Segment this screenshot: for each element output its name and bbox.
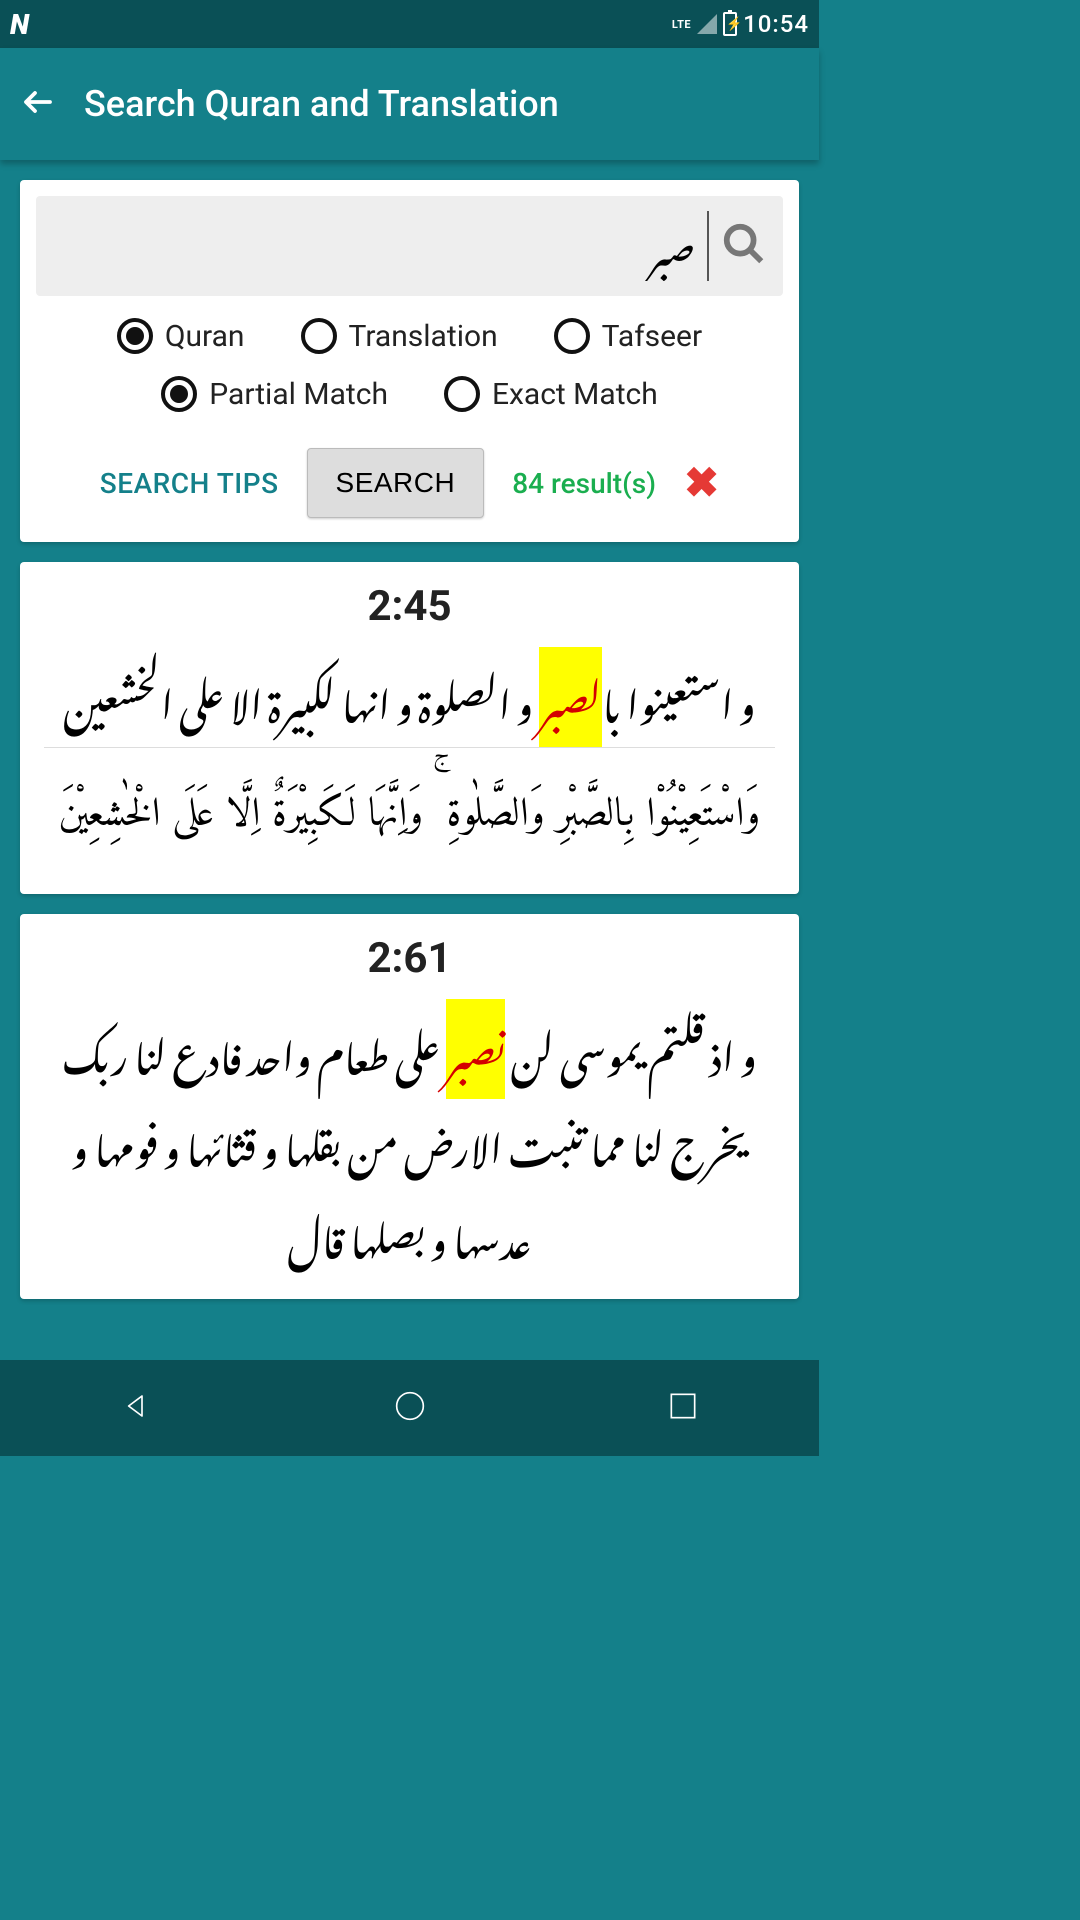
- radio-partial-match[interactable]: Partial Match: [161, 376, 388, 412]
- radio-translation[interactable]: Translation: [301, 318, 498, 354]
- divider: [44, 747, 775, 748]
- network-label: LTE: [672, 18, 691, 31]
- clock: 10:54: [743, 10, 809, 38]
- radio-icon: [117, 318, 153, 354]
- search-tips-link[interactable]: SEARCH TIPS: [100, 467, 279, 500]
- search-panel: Quran Translation Tafseer Partial Match …: [20, 180, 799, 542]
- scope-row: Quran Translation Tafseer: [36, 318, 783, 354]
- nav-recent-icon[interactable]: [663, 1386, 703, 1430]
- clear-icon[interactable]: ✖: [684, 458, 719, 508]
- radio-tafseer[interactable]: Tafseer: [554, 318, 702, 354]
- actions-row: SEARCH TIPS SEARCH 84 result(s) ✖: [36, 448, 783, 518]
- text-post: و الصلوة و انها لکبیرة الا علی الخشعین: [63, 647, 539, 747]
- back-arrow-icon[interactable]: [20, 84, 56, 124]
- nav-home-icon[interactable]: [390, 1386, 430, 1430]
- search-icon[interactable]: [721, 221, 767, 271]
- text-pre: و استعینوا با: [602, 647, 756, 747]
- radio-label: Exact Match: [492, 377, 658, 412]
- radio-label: Tafseer: [602, 319, 702, 354]
- verse-text-uthmani: وَاسْتَعِيْنُوْا بِالصَّبْرِ وَالصَّلٰوة…: [44, 758, 775, 874]
- text-pre: و اذ قلتم یموسی لن: [505, 999, 757, 1099]
- battery-icon: ⚡: [723, 12, 737, 36]
- radio-exact-match[interactable]: Exact Match: [444, 376, 658, 412]
- radio-label: Translation: [349, 319, 498, 354]
- radio-quran[interactable]: Quran: [117, 318, 245, 354]
- result-card[interactable]: 2:61 و اذ قلتم یموسی لن نصبر علی طعام وا…: [20, 914, 799, 1299]
- radio-icon: [161, 376, 197, 412]
- android-nav-bar: [0, 1360, 819, 1456]
- verse-reference: 2:45: [44, 582, 775, 631]
- radio-label: Quran: [165, 319, 245, 354]
- search-highlight: لصبر: [539, 647, 602, 747]
- verse-reference: 2:61: [44, 934, 775, 983]
- page-title: Search Quran and Translation: [84, 83, 559, 125]
- signal-icon: [697, 14, 717, 34]
- radio-icon: [301, 318, 337, 354]
- notification-icon: N: [10, 8, 25, 41]
- radio-label: Partial Match: [209, 377, 388, 412]
- match-row: Partial Match Exact Match: [36, 376, 783, 412]
- search-box: [36, 196, 783, 296]
- verse-text-simple: و استعینوا بالصبر و الصلوة و انها لکبیرة…: [44, 651, 775, 743]
- nav-back-icon[interactable]: [117, 1386, 157, 1430]
- results-count: 84 result(s): [512, 467, 656, 500]
- result-card[interactable]: 2:45 و استعینوا بالصبر و الصلوة و انها ل…: [20, 562, 799, 894]
- radio-icon: [444, 376, 480, 412]
- status-bar: N LTE ⚡ 10:54: [0, 0, 819, 48]
- radio-icon: [554, 318, 590, 354]
- search-input[interactable]: [52, 211, 709, 281]
- verse-text-simple: و اذ قلتم یموسی لن نصبر علی طعام واحد فا…: [44, 1003, 775, 1279]
- content-area: Quran Translation Tafseer Partial Match …: [0, 160, 819, 1360]
- app-bar: Search Quran and Translation: [0, 48, 819, 160]
- search-highlight: نصبر: [446, 999, 506, 1099]
- search-button[interactable]: SEARCH: [307, 448, 485, 518]
